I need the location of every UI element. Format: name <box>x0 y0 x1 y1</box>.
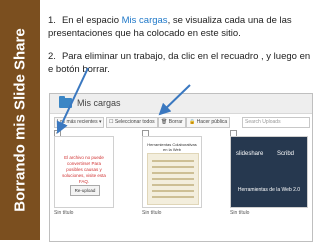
card-3-label: Sin título <box>230 210 250 216</box>
card-1-label: Sin título <box>54 210 74 216</box>
side-title: Borrando mis Slide Share <box>11 28 29 212</box>
step-1-number: 1. <box>48 15 56 26</box>
uploads-screenshot: Mis cargas Los más recientes ▾ ☐ Selecci… <box>49 93 313 242</box>
step-1-highlight: Mis cargas <box>121 15 168 26</box>
step-2: 2. Para eliminar un trabajo, da clic en e… <box>48 50 316 76</box>
card-2-label: Sin título <box>142 210 162 216</box>
upload-card-3[interactable]: slideshare Scribd Herramientas de la Web… <box>230 136 308 208</box>
scribd-logo: Scribd <box>277 151 295 157</box>
uploads-header: Mis cargas <box>50 94 312 114</box>
uploads-toolbar: Los más recientes ▾ ☐ Seleccionar todos … <box>50 114 312 130</box>
slideshare-logo: slideshare <box>236 151 264 157</box>
step-2-number: 2. <box>48 51 56 62</box>
card-3-thumbnail <box>231 137 307 207</box>
conversion-error-text: El archivo no puede convertirse! Para po… <box>62 155 106 184</box>
upload-card-2[interactable]: Herramientas Colaborativas en la Web <box>142 136 202 208</box>
step-1-text-before: En el espacio <box>61 15 122 26</box>
make-public-button[interactable]: 🔒 Hacer pública <box>186 117 231 128</box>
step-2-text: Para eliminar un trabajo, da clic en el … <box>48 51 311 75</box>
side-band: Borrando mis Slide Share <box>0 0 40 240</box>
card-2-header-text: Herramientas Colaborativas en la Web <box>147 142 197 152</box>
search-uploads-input[interactable]: Search Uploads <box>242 117 310 128</box>
select-all-button[interactable]: ☐ Seleccionar todos <box>106 117 158 128</box>
card-3-title: Herramientas de la Web 2.0 <box>237 187 301 193</box>
filter-dropdown[interactable]: Los más recientes ▾ <box>54 117 105 128</box>
delete-button[interactable]: 🗑 Borrar <box>158 117 186 128</box>
delete-label: Borrar <box>168 119 183 125</box>
step-1: 1. En el espacio Mis cargas, se visualiza… <box>48 14 316 40</box>
make-public-label: Hacer pública <box>196 119 228 125</box>
upload-card-1[interactable]: El archivo no puede convertirse! Para po… <box>54 136 114 208</box>
folder-icon <box>59 96 72 108</box>
card-2-thumbnail <box>147 153 199 205</box>
select-all-label: Seleccionar todos <box>114 119 155 125</box>
uploads-title: Mis cargas <box>77 98 121 108</box>
filter-label: Los más recientes <box>57 119 98 125</box>
reupload-button[interactable]: Re-upload <box>70 185 100 196</box>
instructions: 1. En el espacio Mis cargas, se visualiza… <box>48 14 316 86</box>
